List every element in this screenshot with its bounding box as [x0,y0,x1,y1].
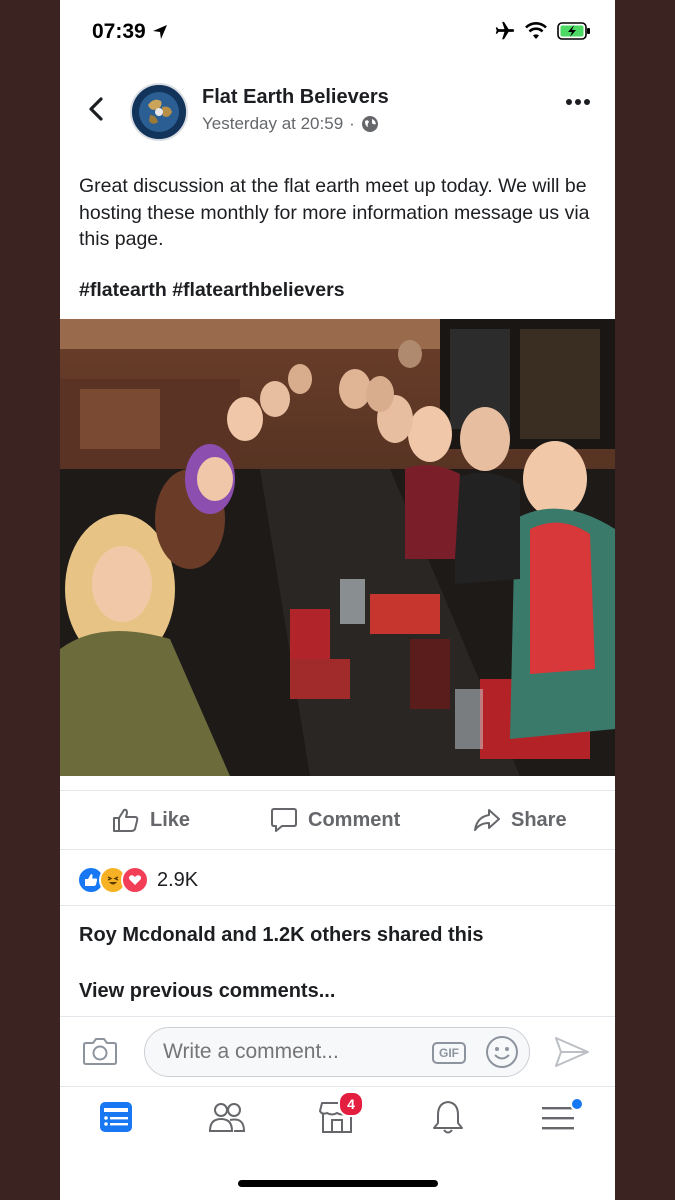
shares-row[interactable]: Roy Mcdonald and 1.2K others shared this [60,905,615,966]
share-arrow-icon [474,809,500,831]
bell-icon [433,1101,463,1134]
tab-menu[interactable] [540,1097,584,1140]
hashtag-link[interactable]: #flatearthbelievers [172,279,344,301]
page-name[interactable]: Flat Earth Believers [202,86,389,109]
clock-text: 07:39 [92,20,146,43]
timestamp-text: Yesterday at 20:59 [202,114,344,133]
page-avatar[interactable] [130,83,188,141]
post-actions: Like Comment Share [60,790,615,850]
back-chevron-icon[interactable] [82,94,112,124]
bottom-tab-bar: 4 [60,1086,615,1153]
comment-composer: GIF [60,1016,615,1086]
post-timestamp[interactable]: Yesterday at 20:59 · [202,114,379,134]
separator-dot: · [349,114,355,133]
home-indicator [238,1180,438,1187]
news-feed-icon [100,1102,132,1132]
thumbs-up-icon [113,808,139,832]
menu-notification-dot [570,1097,584,1111]
send-icon[interactable] [554,1036,590,1068]
view-previous-comments-link[interactable]: View previous comments... [79,980,335,1003]
share-label: Share [511,808,567,831]
phone-screen: 07:39 Flat Earth Believers Yesterday at … [60,0,615,1200]
like-label: Like [150,808,191,831]
battery-charging-icon [557,22,590,40]
tab-marketplace[interactable]: 4 [318,1091,364,1140]
camera-icon[interactable] [82,1035,118,1067]
comment-bubble-icon [271,808,297,832]
airplane-icon [495,21,515,40]
share-button[interactable]: Share [473,807,567,833]
tab-news-feed[interactable] [98,1099,134,1140]
post-hashtags: #flatearth #flatearthbelievers [79,279,345,302]
status-bar: 07:39 [60,0,615,64]
tab-friends[interactable] [208,1099,246,1140]
love-reaction-icon [121,866,149,894]
reaction-summary[interactable]: 2.9K [77,866,198,894]
comment-button[interactable]: Comment [270,807,400,833]
restaurant-group-photo [60,319,615,776]
comment-label: Comment [308,808,401,831]
post-photo[interactable] [60,319,615,776]
like-button[interactable]: Like [112,807,190,833]
flat-earth-map-icon [132,85,186,139]
reaction-count: 2.9K [157,868,199,891]
hashtag-link[interactable]: #flatearth [79,279,167,301]
emoji-icon[interactable] [485,1035,519,1069]
location-arrow-icon [152,25,167,39]
wifi-icon [525,22,547,39]
friends-icon [208,1103,246,1132]
gif-button[interactable]: GIF [432,1042,466,1064]
post-header: Flat Earth Believers Yesterday at 20:59 … [60,80,615,144]
status-icons [493,20,591,42]
tab-notifications[interactable] [430,1099,466,1140]
globe-icon [361,116,378,132]
comment-input[interactable] [144,1027,530,1077]
status-time: 07:39 [92,20,168,44]
more-options-icon[interactable] [565,98,591,106]
shared-by-text: Roy Mcdonald and 1.2K others shared this [79,924,484,946]
marketplace-badge: 4 [338,1091,364,1117]
post-body-text: Great discussion at the flat earth meet … [79,175,590,250]
